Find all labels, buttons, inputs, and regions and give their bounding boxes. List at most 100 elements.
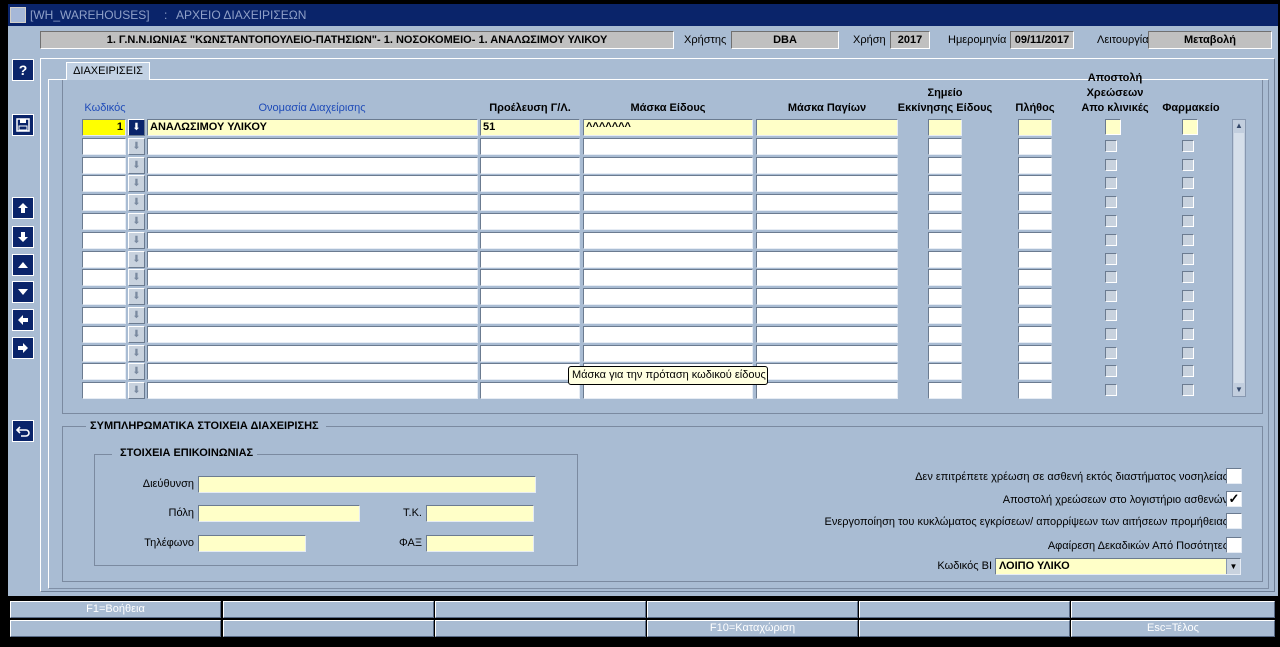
cell-item-mask[interactable] — [583, 194, 753, 211]
cell-code[interactable] — [82, 288, 126, 305]
cell-code[interactable] — [82, 232, 126, 249]
lov-down-icon[interactable]: ⬇ — [128, 363, 145, 380]
cell-item-mask[interactable] — [583, 175, 753, 192]
checkbox-send-charges[interactable] — [1105, 234, 1117, 246]
function-key-row1-1[interactable]: F1=Βοήθεια — [10, 601, 221, 618]
checkbox-send-charges[interactable] — [1105, 328, 1117, 340]
cell-start-point[interactable] — [928, 326, 962, 343]
first-record-button[interactable] — [12, 197, 34, 219]
cell-code[interactable] — [82, 363, 126, 380]
cell-item-mask[interactable] — [583, 326, 753, 343]
option-checkbox-send-to-accounting[interactable]: ✓ — [1226, 491, 1242, 507]
cell-count[interactable] — [1018, 232, 1052, 249]
cell-asset-mask[interactable] — [756, 194, 898, 211]
checkbox-pharmacy[interactable] — [1182, 140, 1194, 152]
function-key-row1-3[interactable] — [435, 601, 646, 618]
cell-name[interactable] — [147, 269, 478, 286]
cell-asset-mask[interactable] — [756, 232, 898, 249]
cell-asset-mask[interactable] — [756, 269, 898, 286]
last-record-button[interactable] — [12, 226, 34, 248]
cell-count[interactable] — [1018, 288, 1052, 305]
cell-asset-mask[interactable] — [756, 213, 898, 230]
cell-code[interactable] — [82, 138, 126, 155]
cell-origin[interactable]: 51 — [480, 119, 580, 136]
cell-start-point[interactable] — [928, 119, 962, 136]
cell-count[interactable] — [1018, 307, 1052, 324]
checkbox-send-charges[interactable] — [1105, 290, 1117, 302]
cell-origin[interactable] — [480, 363, 580, 380]
bi-code-select[interactable]: ΛΟΙΠΟ ΥΛΙΚΟ ▼ — [995, 558, 1241, 575]
cell-origin[interactable] — [480, 194, 580, 211]
lov-down-icon[interactable]: ⬇ — [128, 157, 145, 174]
cell-code[interactable]: 1 — [82, 119, 126, 136]
cell-name[interactable] — [147, 175, 478, 192]
checkbox-pharmacy[interactable] — [1182, 271, 1194, 283]
lov-down-icon[interactable]: ⬇ — [128, 307, 145, 324]
checkbox-send-charges[interactable] — [1105, 309, 1117, 321]
cell-asset-mask[interactable] — [756, 288, 898, 305]
option-checkbox-approval-cycle[interactable] — [1226, 513, 1242, 529]
cell-item-mask[interactable] — [583, 157, 753, 174]
cell-code[interactable] — [82, 175, 126, 192]
cell-start-point[interactable] — [928, 382, 962, 399]
cell-asset-mask[interactable] — [756, 251, 898, 268]
function-key-row2-1[interactable] — [10, 620, 221, 637]
cell-name[interactable] — [147, 194, 478, 211]
phone-input[interactable] — [198, 535, 306, 552]
cell-start-point[interactable] — [928, 157, 962, 174]
function-key-row2-2[interactable] — [223, 620, 434, 637]
function-key-row1-4[interactable] — [647, 601, 858, 618]
cell-start-point[interactable] — [928, 138, 962, 155]
lov-down-icon[interactable]: ⬇ — [128, 288, 145, 305]
cell-start-point[interactable] — [928, 288, 962, 305]
cell-code[interactable] — [82, 269, 126, 286]
cell-name[interactable] — [147, 326, 478, 343]
cell-asset-mask[interactable] — [756, 382, 898, 399]
cell-item-mask[interactable] — [583, 232, 753, 249]
cell-count[interactable] — [1018, 138, 1052, 155]
cell-start-point[interactable] — [928, 194, 962, 211]
cell-start-point[interactable] — [928, 251, 962, 268]
lov-down-icon[interactable]: ⬇ — [128, 119, 145, 136]
cell-code[interactable] — [82, 382, 126, 399]
function-key-row1-2[interactable] — [223, 601, 434, 618]
lov-down-icon[interactable]: ⬇ — [128, 326, 145, 343]
lov-down-icon[interactable]: ⬇ — [128, 138, 145, 155]
checkbox-pharmacy[interactable] — [1182, 196, 1194, 208]
cell-start-point[interactable] — [928, 232, 962, 249]
function-key-row2-3[interactable] — [435, 620, 646, 637]
cell-start-point[interactable] — [928, 269, 962, 286]
cell-asset-mask[interactable] — [756, 363, 898, 380]
cell-item-mask[interactable] — [583, 307, 753, 324]
cell-origin[interactable] — [480, 326, 580, 343]
lov-down-icon[interactable]: ⬇ — [128, 175, 145, 192]
fax-input[interactable] — [426, 535, 534, 552]
checkbox-send-charges[interactable] — [1105, 384, 1117, 396]
cell-name[interactable] — [147, 213, 478, 230]
cell-asset-mask[interactable] — [756, 119, 898, 136]
cell-name[interactable] — [147, 382, 478, 399]
lov-down-icon[interactable]: ⬇ — [128, 194, 145, 211]
function-key-row1-5[interactable] — [859, 601, 1070, 618]
cell-item-mask[interactable] — [583, 288, 753, 305]
cell-asset-mask[interactable] — [756, 138, 898, 155]
cell-origin[interactable] — [480, 382, 580, 399]
cell-count[interactable] — [1018, 194, 1052, 211]
cell-code[interactable] — [82, 326, 126, 343]
cell-name[interactable] — [147, 251, 478, 268]
cell-count[interactable] — [1018, 157, 1052, 174]
scroll-up-icon[interactable]: ▲ — [1233, 120, 1245, 132]
lov-down-icon[interactable]: ⬇ — [128, 382, 145, 399]
lov-down-icon[interactable]: ⬇ — [128, 213, 145, 230]
checkbox-send-charges[interactable] — [1105, 159, 1117, 171]
app-icon[interactable] — [10, 7, 26, 23]
cell-name[interactable] — [147, 345, 478, 362]
option-checkbox-charge-outside-stay[interactable] — [1226, 468, 1242, 484]
cell-code[interactable] — [82, 194, 126, 211]
cell-origin[interactable] — [480, 251, 580, 268]
checkbox-pharmacy[interactable] — [1182, 119, 1198, 135]
cell-count[interactable] — [1018, 213, 1052, 230]
tab-warehouses[interactable]: ΔΙΑΧΕΙΡΙΣΕΙΣ — [66, 62, 150, 80]
cell-item-mask[interactable] — [583, 269, 753, 286]
cell-item-mask[interactable] — [583, 138, 753, 155]
